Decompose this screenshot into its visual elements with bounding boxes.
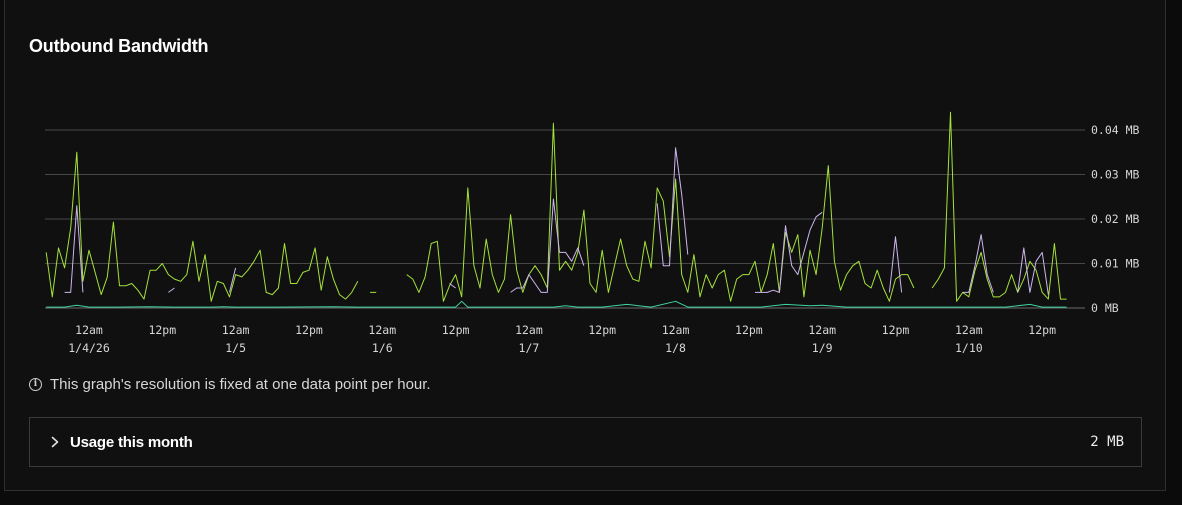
y-tick-label: 0 MB xyxy=(1091,301,1119,315)
y-tick-label: 0.03 MB xyxy=(1091,168,1140,182)
x-tick-date: 1/9 xyxy=(812,341,833,355)
y-tick-label: 0.04 MB xyxy=(1091,123,1140,137)
info-icon: i xyxy=(29,378,42,391)
usage-this-month-toggle[interactable]: Usage this month 2 MB xyxy=(29,417,1142,467)
chart-series xyxy=(45,111,1067,308)
series-line xyxy=(64,147,1049,295)
x-tick-time: 12am xyxy=(368,323,396,337)
x-tick-date: 1/5 xyxy=(225,341,246,355)
x-tick-time: 12pm xyxy=(882,323,910,337)
x-tick-time: 12pm xyxy=(588,323,616,337)
chart-grid xyxy=(45,129,1085,309)
x-tick-date: 1/8 xyxy=(665,341,686,355)
x-tick-time: 12pm xyxy=(295,323,323,337)
resolution-note: i This graph's resolution is fixed at on… xyxy=(29,376,431,393)
x-tick-time: 12am xyxy=(515,323,543,337)
x-tick-date: 1/7 xyxy=(519,341,540,355)
x-tick-time: 12am xyxy=(222,323,250,337)
x-tick-time: 12pm xyxy=(148,323,176,337)
x-tick-time: 12am xyxy=(662,323,690,337)
bandwidth-chart: 0 MB 0.01 MB 0.02 MB 0.03 MB 0.04 MB 12am 1/4… xyxy=(45,111,1140,355)
x-tick-date: 1/4/26 xyxy=(68,341,110,355)
y-tick-label: 0.01 MB xyxy=(1091,257,1140,271)
x-axis-labels: 12am 1/4/26 12pm 12am 1/5 12pm 12am 1/6 12pm 12am… xyxy=(68,323,1056,355)
usage-label: Usage this month xyxy=(70,433,193,451)
x-tick-date: 1/10 xyxy=(955,341,983,355)
y-axis-labels: 0 MB 0.01 MB 0.02 MB 0.03 MB 0.04 MB xyxy=(1091,123,1140,315)
x-tick-time: 12am xyxy=(955,323,983,337)
x-tick-time: 12am xyxy=(808,323,836,337)
x-tick-time: 12pm xyxy=(735,323,763,337)
usage-value: 2 MB xyxy=(1090,434,1124,450)
series-line xyxy=(45,111,1067,302)
x-tick-time: 12pm xyxy=(442,323,470,337)
resolution-note-text: This graph's resolution is fixed at one … xyxy=(50,376,431,393)
x-tick-date: 1/6 xyxy=(372,341,393,355)
x-tick-time: 12am xyxy=(75,323,103,337)
x-tick-time: 12pm xyxy=(1028,323,1056,337)
y-tick-label: 0.02 MB xyxy=(1091,212,1140,226)
chevron-right-icon xyxy=(48,435,62,449)
series-line xyxy=(46,300,1067,308)
